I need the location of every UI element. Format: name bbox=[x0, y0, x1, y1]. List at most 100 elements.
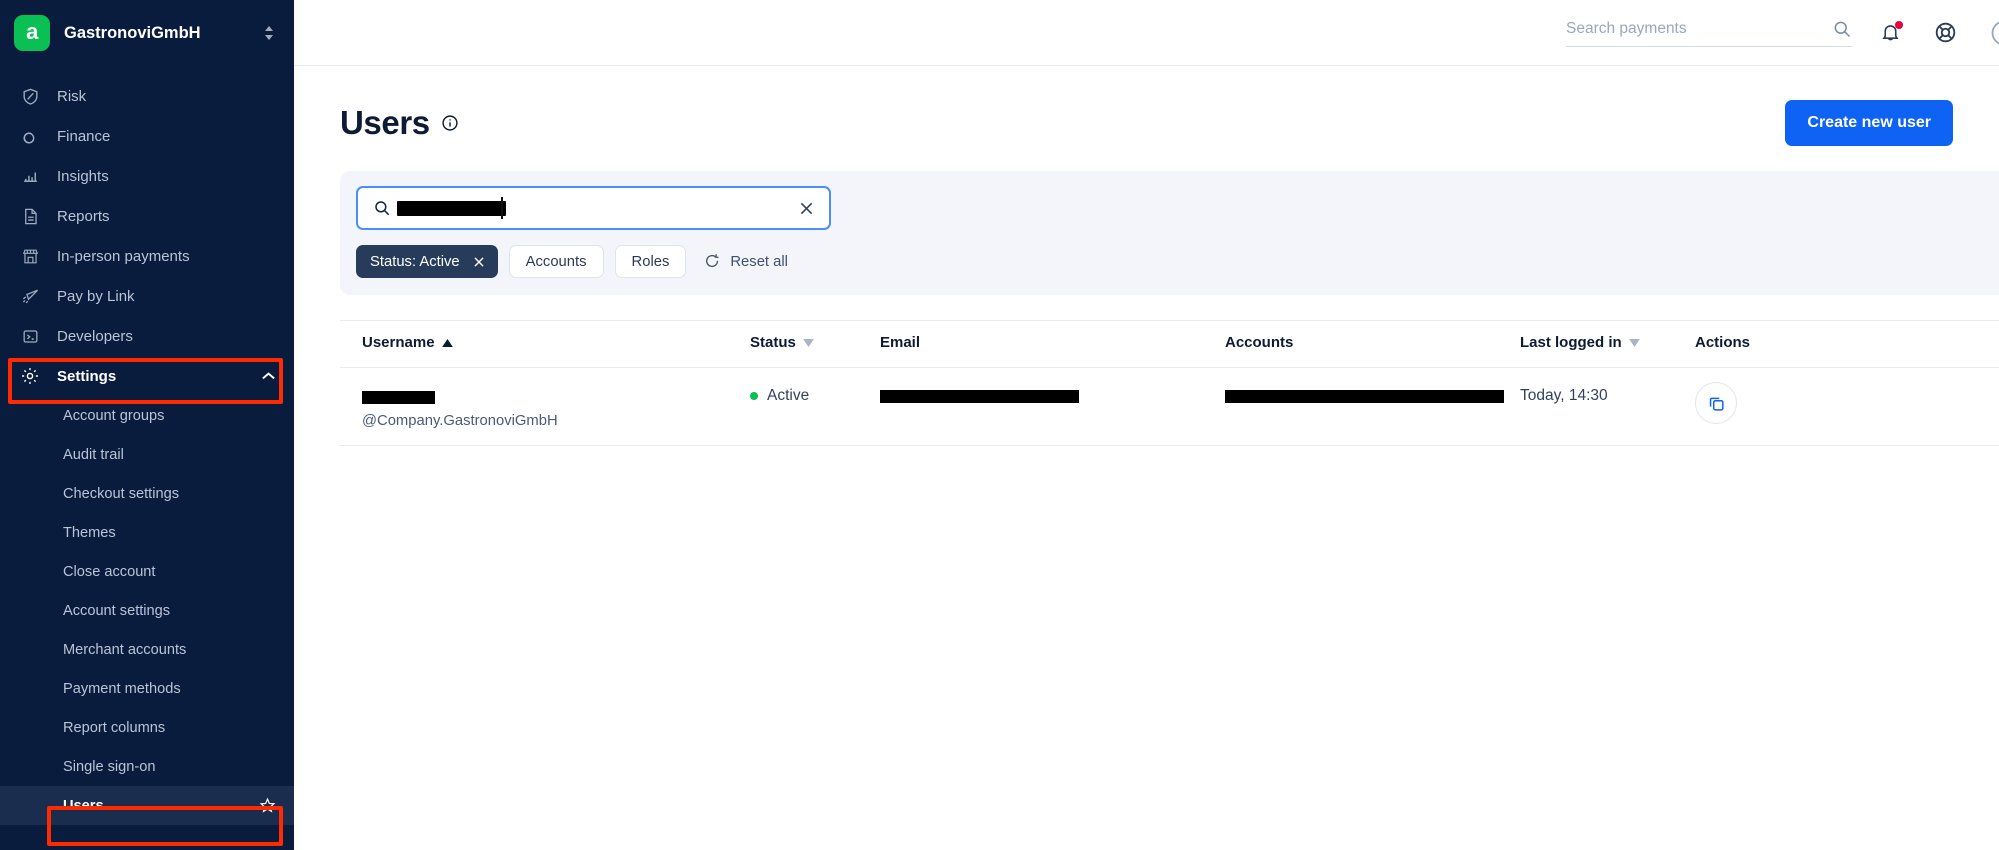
sidebar-item-finance[interactable]: Finance bbox=[0, 116, 294, 156]
column-header-last-logged-in[interactable]: Last logged in bbox=[1520, 321, 1695, 351]
app-root: a GastronoviGmbH Risk Finance Insights R… bbox=[0, 0, 1999, 850]
sidebar-item-audit-trail[interactable]: Audit trail bbox=[0, 435, 294, 474]
column-label: Status bbox=[750, 334, 796, 351]
column-header-accounts[interactable]: Accounts bbox=[1225, 321, 1520, 351]
filter-chips: Status: Active Accounts Roles Reset all bbox=[356, 245, 1999, 278]
sidebar-item-settings[interactable]: Settings bbox=[0, 356, 294, 396]
terminal-icon bbox=[20, 326, 40, 346]
sidebar-item-account-settings[interactable]: Account settings bbox=[0, 591, 294, 630]
cell-actions bbox=[1695, 382, 1870, 424]
clear-search-icon[interactable] bbox=[797, 199, 816, 218]
sidebar-item-risk[interactable]: Risk bbox=[0, 76, 294, 116]
column-label: Actions bbox=[1695, 334, 1751, 351]
sidebar-subitem-label: Payment methods bbox=[63, 680, 181, 697]
filter-panel: Status: Active Accounts Roles Reset all bbox=[340, 171, 1999, 295]
username-link[interactable]: [redacted] bbox=[362, 387, 435, 405]
sidebar-subitem-label: Users bbox=[63, 797, 104, 814]
sidebar-subitem-label: Close account bbox=[63, 563, 156, 580]
sidebar-item-payment-methods[interactable]: Payment methods bbox=[0, 669, 294, 708]
text-caret bbox=[501, 197, 503, 219]
shield-icon bbox=[20, 86, 40, 106]
reset-all-label: Reset all bbox=[730, 253, 788, 270]
global-search[interactable] bbox=[1566, 19, 1852, 47]
sidebar-item-label: Reports bbox=[57, 207, 110, 225]
sidebar-subitem-label: Account groups bbox=[63, 407, 165, 424]
sidebar-header[interactable]: a GastronoviGmbH bbox=[0, 0, 294, 66]
sort-desc-icon bbox=[1628, 338, 1640, 347]
sidebar-item-single-sign-on[interactable]: Single sign-on bbox=[0, 747, 294, 786]
sidebar-item-in-person-payments[interactable]: In-person payments bbox=[0, 236, 294, 276]
cell-username: [redacted] @Company.GastronoviGmbH bbox=[340, 387, 750, 429]
create-new-user-button[interactable]: Create new user bbox=[1785, 100, 1953, 146]
sidebar-item-checkout-settings[interactable]: Checkout settings bbox=[0, 474, 294, 513]
filter-chip-accounts[interactable]: Accounts bbox=[508, 245, 604, 278]
column-header-email[interactable]: Email bbox=[880, 321, 1225, 351]
refresh-icon bbox=[704, 253, 721, 270]
users-search-input[interactable] bbox=[397, 186, 791, 230]
close-x-icon[interactable] bbox=[472, 255, 486, 269]
chevron-up-icon bbox=[261, 371, 276, 381]
column-label: Username bbox=[362, 334, 435, 351]
sidebar-item-merchant-accounts[interactable]: Merchant accounts bbox=[0, 630, 294, 669]
avatar-icon[interactable] bbox=[1991, 20, 1999, 46]
adyen-logo-icon: a bbox=[14, 15, 50, 51]
sidebar: a GastronoviGmbH Risk Finance Insights R… bbox=[0, 0, 294, 850]
notifications-button[interactable] bbox=[1880, 21, 1903, 43]
redacted-search-value bbox=[397, 200, 506, 216]
redaction-bar bbox=[1225, 390, 1504, 403]
cell-accounts: [redacted] bbox=[1225, 387, 1520, 405]
cell-last-logged-in: Today, 14:30 bbox=[1520, 387, 1608, 404]
column-header-username[interactable]: Username bbox=[340, 321, 750, 351]
users-search-box[interactable] bbox=[356, 186, 831, 230]
sidebar-item-developers[interactable]: Developers bbox=[0, 316, 294, 356]
gear-icon bbox=[20, 366, 40, 386]
copy-icon bbox=[1707, 394, 1726, 413]
sidebar-item-label: In-person payments bbox=[57, 247, 190, 265]
up-down-chevron-icon[interactable] bbox=[262, 24, 276, 42]
filter-chip-status[interactable]: Status: Active bbox=[356, 245, 498, 278]
logo-letter: a bbox=[26, 19, 38, 44]
info-circle-icon[interactable] bbox=[441, 114, 459, 132]
table-row[interactable]: [redacted] @Company.GastronoviGmbH Activ… bbox=[340, 368, 1999, 446]
status-label: Active bbox=[767, 387, 810, 404]
sidebar-item-users[interactable]: Users bbox=[0, 786, 294, 825]
sidebar-item-insights[interactable]: Insights bbox=[0, 156, 294, 196]
copy-user-button[interactable] bbox=[1695, 382, 1737, 424]
notification-badge bbox=[1895, 21, 1903, 29]
sidebar-item-pay-by-link[interactable]: Pay by Link bbox=[0, 276, 294, 316]
help-ring-icon[interactable] bbox=[1934, 21, 1957, 44]
sidebar-subitem-label: Report columns bbox=[63, 719, 166, 736]
email-redacted: [redacted] bbox=[880, 387, 1079, 405]
search-icon[interactable] bbox=[1832, 19, 1852, 39]
column-header-status[interactable]: Status bbox=[750, 321, 880, 351]
sidebar-subitem-label: Checkout settings bbox=[63, 485, 180, 502]
sidebar-item-account-groups[interactable]: Account groups bbox=[0, 396, 294, 435]
sidebar-item-themes[interactable]: Themes bbox=[0, 513, 294, 552]
redaction-bar bbox=[880, 390, 1079, 403]
column-label: Last logged in bbox=[1520, 334, 1622, 351]
sidebar-subitem-label: Themes bbox=[63, 524, 116, 541]
star-icon[interactable] bbox=[259, 797, 276, 814]
column-label: Email bbox=[880, 334, 921, 351]
sidebar-item-reports[interactable]: Reports bbox=[0, 196, 294, 236]
redaction-bar bbox=[362, 391, 435, 404]
cell-email: [redacted] bbox=[880, 387, 1225, 405]
sidebar-item-report-columns[interactable]: Report columns bbox=[0, 708, 294, 747]
top-bar bbox=[294, 0, 1999, 66]
reset-all-button[interactable]: Reset all bbox=[704, 253, 788, 270]
sidebar-item-label: Developers bbox=[57, 327, 133, 345]
sidebar-item-label: Risk bbox=[57, 87, 87, 105]
store-icon bbox=[20, 246, 40, 266]
sidebar-item-label: Settings bbox=[57, 367, 117, 385]
filter-chip-label: Roles bbox=[631, 253, 670, 270]
status-dot-icon bbox=[750, 392, 758, 400]
sidebar-subitem-label: Account settings bbox=[63, 602, 171, 619]
sidebar-item-close-account[interactable]: Close account bbox=[0, 552, 294, 591]
coin-icon bbox=[20, 126, 40, 146]
search-icon bbox=[373, 199, 391, 217]
document-icon bbox=[20, 206, 40, 226]
sort-asc-icon bbox=[441, 338, 453, 347]
filter-chip-roles[interactable]: Roles bbox=[614, 245, 687, 278]
column-header-actions: Actions bbox=[1695, 321, 1870, 351]
search-input[interactable] bbox=[1566, 19, 1832, 38]
